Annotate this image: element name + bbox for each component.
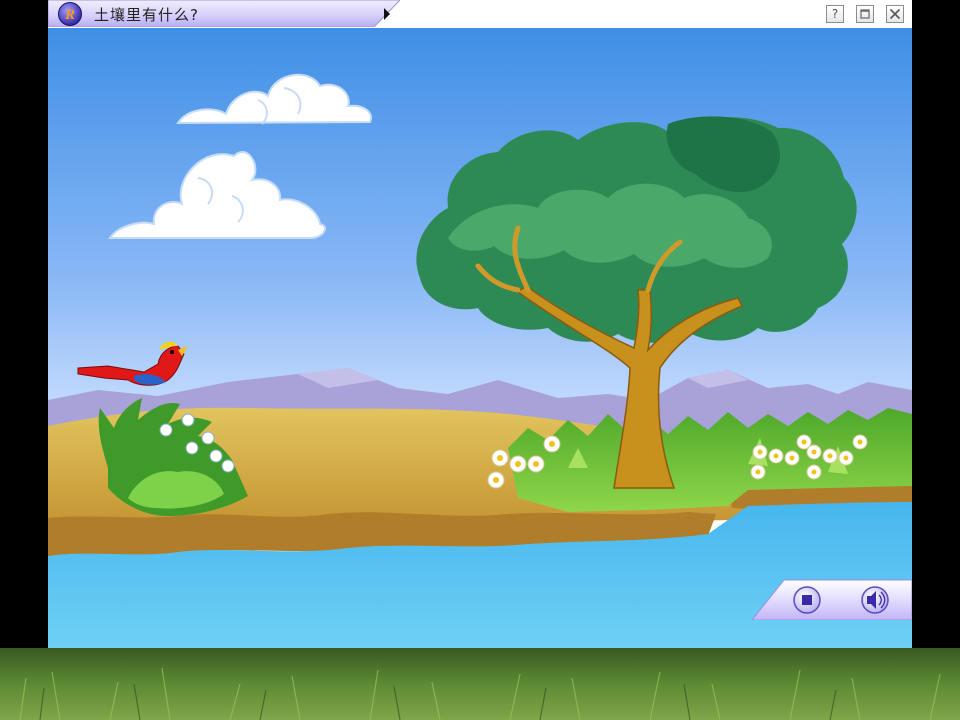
help-icon: ? (831, 7, 839, 21)
scene-illustration (48, 28, 912, 648)
stop-icon (802, 595, 812, 605)
help-button[interactable]: ? (826, 5, 844, 23)
sound-button[interactable] (861, 586, 889, 614)
app-window: R 土壤里有什么? ? (48, 0, 912, 648)
restore-icon (860, 9, 870, 19)
svg-text:R: R (64, 7, 75, 23)
play-arrow-icon[interactable] (384, 8, 390, 20)
desktop-grass-background (0, 648, 960, 720)
r-logo-icon[interactable]: R (58, 2, 82, 26)
window-title: 土壤里有什么? (94, 6, 199, 24)
stop-button[interactable] (793, 586, 821, 614)
close-icon (889, 8, 901, 20)
title-bar: R 土壤里有什么? ? (48, 0, 912, 29)
restore-button[interactable] (856, 5, 874, 23)
close-button[interactable] (886, 5, 904, 23)
